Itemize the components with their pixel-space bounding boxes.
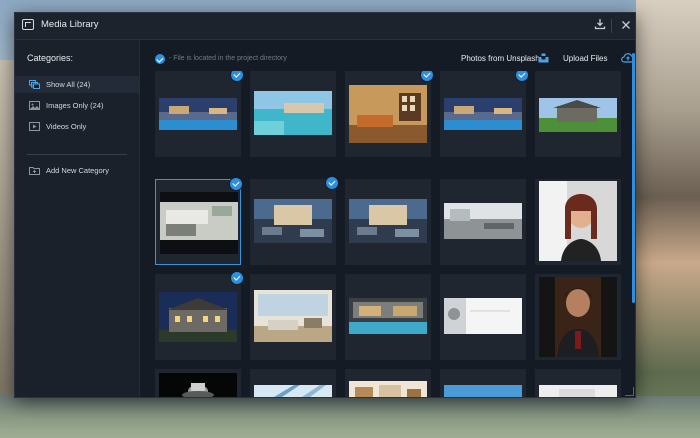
thumbnail-rooftop-terrace [444,203,522,239]
upload-files-button[interactable]: Upload Files [563,54,607,63]
checked-badge-icon [515,71,529,82]
title-bar: Media Library [15,13,635,40]
media-tile[interactable] [440,369,526,397]
thumbnail-pool-night-2 [444,98,522,130]
thumbnail-living-room [349,85,427,143]
thumbnail-wood-interior [349,381,427,397]
media-library-window: Media Library Categories: Show All (24) … [14,12,636,398]
media-tile[interactable] [345,369,431,397]
sidebar-item-label: Show All (24) [46,80,91,89]
thumbnail-modern-house [160,192,238,254]
checked-badge-icon [230,71,244,82]
thumbnail-woman-portrait [539,181,617,261]
folder-plus-icon [29,167,40,175]
thumbnail-white-room [539,385,617,397]
thumbnail-mansion-night [159,292,237,342]
library-toolbar: - File is located in the project directo… [155,51,636,67]
checked-badge-icon [325,176,339,190]
background-scenery-right [636,0,700,438]
thumbnail-coastal-town [254,91,332,135]
media-tile[interactable] [155,71,244,157]
media-tile[interactable] [535,369,621,397]
media-tile[interactable] [250,369,336,397]
background-scenery-bottom [0,396,700,438]
category-sidebar: Categories: Show All (24) Images Only (2… [15,40,140,397]
media-library-icon [22,19,34,30]
close-icon[interactable] [617,17,635,35]
thumbnail-hat-dark [159,373,237,397]
media-tile[interactable] [250,274,336,360]
image-icon [29,101,40,110]
sidebar-item-images-only[interactable]: Images Only (24) [15,97,139,114]
sidebar-item-show-all[interactable]: Show All (24) [15,76,139,93]
media-tile[interactable] [345,179,431,265]
add-new-category-label: Add New Category [46,166,109,175]
download-icon[interactable] [591,17,609,35]
stack-icon [29,80,40,89]
sidebar-item-label: Images Only (24) [46,101,104,110]
window-title: Media Library [41,19,99,30]
thumbnail-bright-living [254,290,332,342]
sidebar-item-videos-only[interactable]: Videos Only [15,118,139,135]
media-tile[interactable] [535,179,621,265]
media-tile[interactable] [155,177,243,265]
check-icon [155,54,165,64]
media-tile[interactable] [535,71,621,157]
media-tile[interactable] [440,179,526,265]
unsplash-icon[interactable] [538,53,549,63]
checked-badge-icon [229,177,243,191]
thumbnail-patio-dusk [254,199,332,243]
add-new-category-button[interactable]: Add New Category [15,162,139,179]
media-tile[interactable] [535,274,621,360]
project-directory-note: - File is located in the project directo… [169,55,287,62]
media-tile[interactable] [440,71,529,157]
thumbnail-house-lawn [539,98,617,132]
thumbnail-white-interior [444,298,522,334]
media-grid [155,71,625,397]
sidebar-item-label: Videos Only [46,122,87,131]
sidebar-divider [27,154,127,155]
thumbnail-villa-pool [349,298,427,334]
media-tile[interactable] [250,71,336,157]
media-tile[interactable] [345,71,434,157]
thumbnail-patio-dusk-2 [349,199,427,243]
thumbnail-glass-ceiling [254,385,332,397]
media-tile[interactable] [345,274,431,360]
categories-heading: Categories: [27,53,74,63]
thumbnail-pool-night [159,98,237,130]
thumbnail-blue-sky [444,385,522,397]
media-tile[interactable] [155,271,244,360]
photos-from-unsplash-button[interactable]: Photos from Unsplash [461,54,540,63]
titlebar-divider [611,19,612,33]
grid-scrollbar[interactable] [632,53,635,303]
media-tile[interactable] [250,176,339,265]
media-tile[interactable] [440,274,526,360]
checked-badge-icon [230,271,244,285]
checked-badge-icon [420,71,434,82]
background-scenery-left [0,60,14,400]
media-tile[interactable] [155,369,241,397]
video-icon [29,122,40,131]
resize-handle-icon[interactable] [625,387,634,396]
thumbnail-man-portrait [539,277,617,357]
